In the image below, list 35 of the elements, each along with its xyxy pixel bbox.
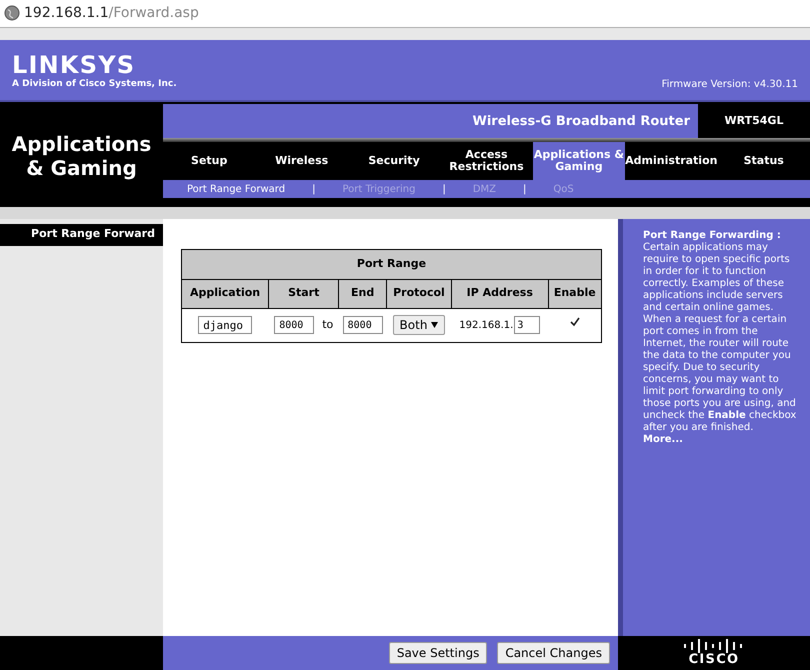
column-header: End (338, 279, 386, 308)
column-header: Application (182, 279, 269, 308)
cisco-logo-text: CISCO (688, 653, 740, 668)
enable-checkbox[interactable] (568, 316, 581, 329)
separator: | (312, 182, 316, 197)
start-port-field[interactable]: 8000 (274, 316, 314, 334)
to-label: to (322, 316, 334, 333)
caret-icon (431, 322, 438, 328)
column-header: Start (268, 279, 339, 308)
separator: | (442, 182, 446, 197)
nav-tab[interactable]: Applications & Gaming (532, 142, 626, 180)
url-text: 192.168.1.1/Forward.asp (24, 4, 199, 23)
linksys-logo: LINKSYS A Division of Cisco Systems, Inc. (12, 50, 177, 91)
sidebar-heading: Port Range Forward (0, 224, 163, 246)
column-header: IP Address (452, 279, 548, 308)
sub-tab[interactable]: Port Range Forward (187, 182, 286, 197)
section-title: Applications & Gaming (10, 130, 152, 182)
help-text: Certain applications may require to open specific ports in order for it to function correctly. Examples of these applications include servers and certain online games. When a request for a certain port comes in from the Internet, the router will route the data to the computer you specify. Due to security concerns, you may want to limit port forwarding to only those ports you are using, and uncheck the Enable checkbox after you are finished. (643, 242, 798, 434)
ip-prefix: 192.168.1. (459, 318, 514, 333)
more-link[interactable]: More... (643, 434, 802, 446)
column-header: Enable (548, 279, 602, 308)
product-name: Wireless-G Broadband Router (163, 104, 698, 138)
globe-icon (4, 5, 20, 22)
column-header: Protocol (386, 279, 452, 308)
ip-field[interactable]: 3 (514, 316, 540, 334)
help-title: Port Range Forwarding : (643, 230, 782, 242)
model-name: WRT54GL (724, 113, 784, 130)
form-button[interactable]: Cancel Changes (497, 642, 610, 664)
form-button[interactable]: Save Settings (388, 642, 488, 664)
end-port-field[interactable]: 8000 (342, 316, 383, 334)
separator: | (523, 182, 526, 197)
table-title: Port Range (182, 249, 602, 280)
application-field[interactable]: django (198, 316, 252, 334)
firmware-version: Firmware Version: v4.30.11 (662, 78, 798, 92)
protocol-dropdown[interactable]: Both (392, 315, 446, 336)
